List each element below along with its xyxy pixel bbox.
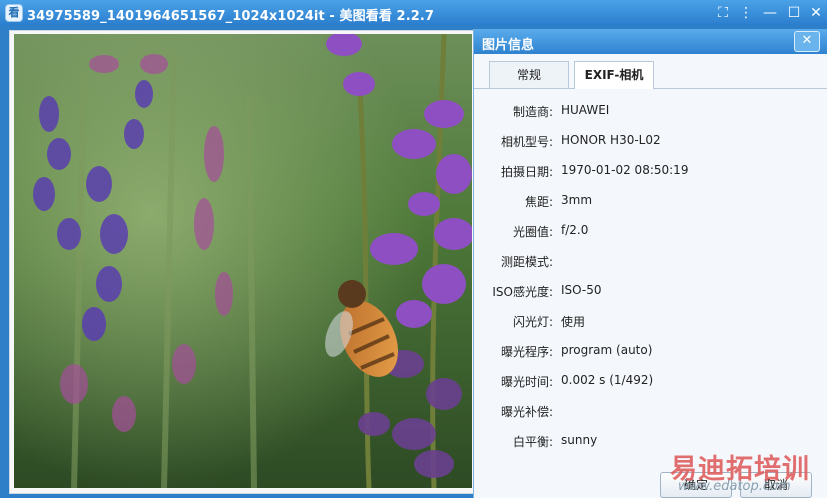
panel-title: 图片信息	[482, 38, 535, 53]
property-row: 曝光时间: 0.002 s (1/492)	[474, 373, 827, 393]
tab-general[interactable]: 常规	[489, 61, 569, 88]
window-title: 34975589_1401964651567_1024x1024it - 美图看…	[27, 9, 435, 24]
property-value: ISO-50	[561, 283, 602, 297]
property-label: 白平衡:	[512, 435, 553, 449]
close-button[interactable]: ✕	[806, 3, 826, 23]
panel-close-button[interactable]: ✕	[794, 31, 820, 52]
title-bar: 看 34975589_1401964651567_1024x1024it - 美…	[0, 0, 827, 26]
property-label: 曝光时间:	[500, 375, 553, 389]
ok-button[interactable]: 确定	[660, 472, 732, 498]
cancel-button[interactable]: 取消	[740, 472, 812, 498]
property-label: 制造商:	[512, 105, 553, 119]
property-row: 相机型号: HONOR H30-L02	[474, 133, 827, 153]
property-label: 测距模式:	[500, 255, 553, 269]
property-row: 拍摄日期: 1970-01-02 08:50:19	[474, 163, 827, 183]
fit-window-icon[interactable]: ⛶	[713, 3, 733, 23]
property-row: 曝光程序: program (auto)	[474, 343, 827, 363]
property-row: 测距模式:	[474, 253, 827, 273]
panel-header: 图片信息 ✕	[474, 29, 827, 54]
tab-exif-camera[interactable]: EXIF-相机	[574, 61, 654, 89]
property-value: f/2.0	[561, 223, 589, 237]
property-label: 曝光补偿:	[500, 405, 553, 419]
property-label: 光圈值:	[512, 225, 553, 239]
image-info-panel: 图片信息 ✕ 常规 EXIF-相机 制造商: HUAWEI 相机型号: HONO…	[473, 29, 827, 498]
property-label: 焦距:	[524, 195, 553, 209]
property-value: sunny	[561, 433, 598, 447]
property-label: 拍摄日期:	[500, 165, 553, 179]
property-row: 焦距: 3mm	[474, 193, 827, 213]
property-value: HONOR H30-L02	[561, 133, 661, 147]
property-value: 3mm	[561, 193, 593, 207]
property-row: 曝光补偿:	[474, 403, 827, 423]
property-value: HUAWEI	[561, 103, 610, 117]
property-label: 闪光灯:	[512, 315, 553, 329]
app-logo-icon: 看	[5, 4, 23, 22]
photo-image[interactable]	[14, 34, 472, 488]
tab-bar: 常规 EXIF-相机	[474, 54, 827, 89]
property-row: 闪光灯: 使用	[474, 313, 827, 333]
property-value: 使用	[561, 315, 586, 329]
property-row: 光圈值: f/2.0	[474, 223, 827, 243]
property-label: 曝光程序:	[500, 345, 553, 359]
menu-icon[interactable]: ⋮	[736, 3, 756, 23]
property-label: 相机型号:	[500, 135, 553, 149]
property-value: 1970-01-02 08:50:19	[561, 163, 689, 177]
property-row: 白平衡: sunny	[474, 433, 827, 453]
maximize-button[interactable]: ☐	[784, 3, 804, 23]
minimize-button[interactable]: —	[760, 3, 780, 23]
property-label: ISO感光度:	[492, 285, 553, 299]
property-row: 制造商: HUAWEI	[474, 103, 827, 123]
property-value: program (auto)	[561, 343, 653, 357]
property-value: 0.002 s (1/492)	[561, 373, 654, 387]
property-row: ISO感光度: ISO-50	[474, 283, 827, 303]
